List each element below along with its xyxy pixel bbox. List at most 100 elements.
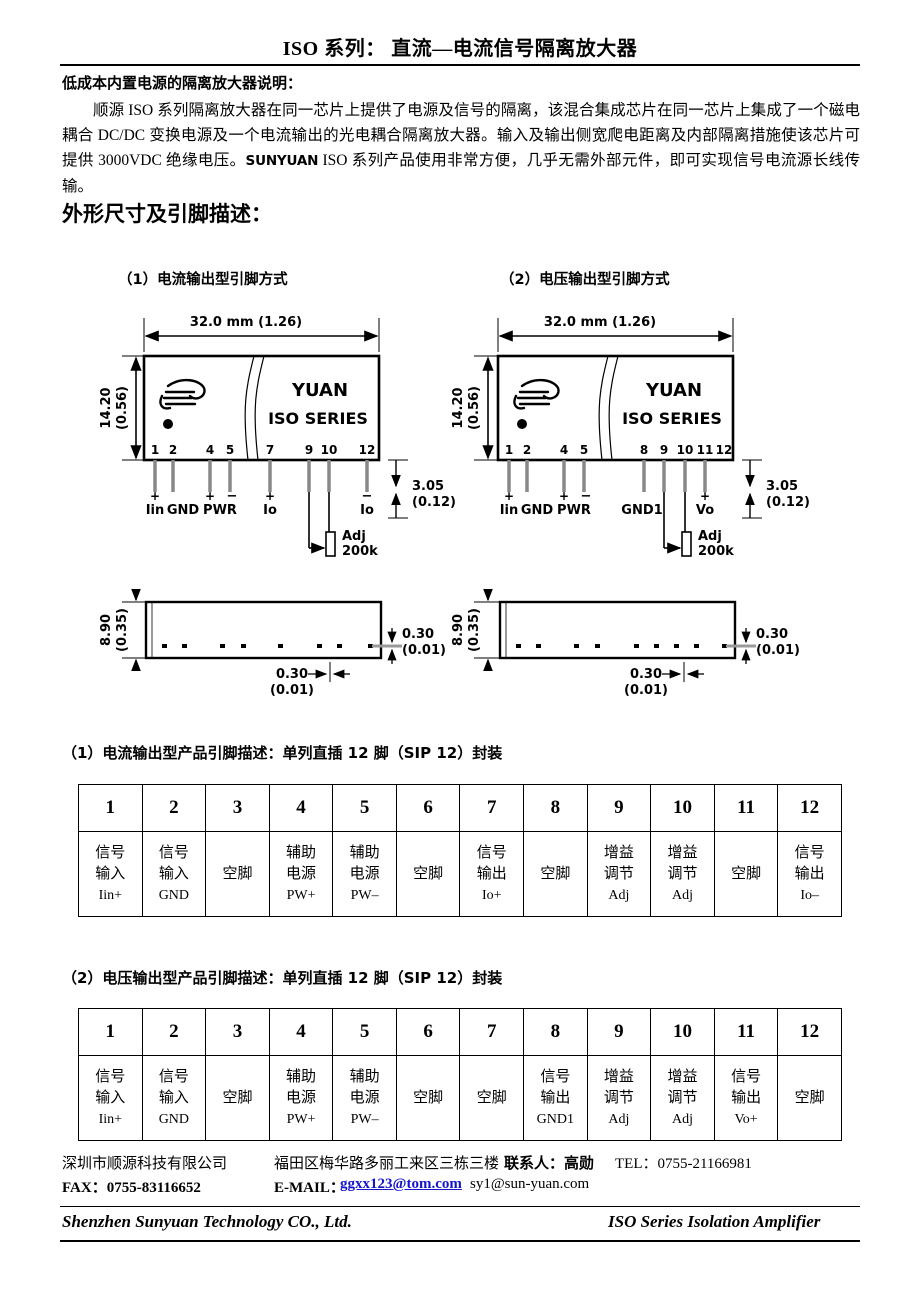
pin-description-cell: 信号 输出 Vo+ [713,1055,779,1141]
pin1-dot-marker [517,419,527,429]
pin-signal-label: Iin [146,503,165,518]
pin-signal-label: Io [263,503,277,518]
pin-description-cell: 信号 输出 GND1 [523,1055,588,1141]
package-drawing-current-output: 32.0 mm (1.26) 14.20 (0.56) YUAN ISO SER… [96,310,496,710]
pin-number: 5 [580,443,588,457]
pin-signal-label: PWR [557,503,591,518]
pin-description-line: 调节 [667,865,698,882]
pin-number-header: 2 [141,784,207,832]
email-link[interactable]: ggxx123@tom.com [340,1176,462,1193]
pin-description-table-voltage-output: 1 2 3 4 5 6 7 8 9 10 11 12 信号 输入 Iin+ 信号 输入 GND 空脚 辅助 电源 PW+… [78,1008,842,1141]
pin-number: 8 [640,443,648,457]
pin-description-line: GND1 [536,1111,574,1127]
pin-description-line: 电源 [286,1089,317,1106]
adjust-label: Adj [698,529,722,544]
pin-number-header: 10 [650,1008,715,1056]
pin-description-cell: 信号 输入 GND [141,1055,207,1141]
pin-description-line: Adj [608,1111,630,1127]
pin-description-cell: 辅助 电源 PW+ [268,1055,334,1141]
pin-description-line: Iin+ [98,887,123,903]
lead-width-mm-label: 0.30 [630,667,662,682]
lead-thickness-mm-label: 0.30 [756,627,788,642]
pin-description-line: 增益 [603,1068,634,1085]
pin-description-line: 空脚 [413,1089,444,1106]
pin-description-line: 信号 [731,1068,762,1085]
table-header-row: 1 2 3 4 5 6 7 8 9 10 11 12 [78,784,842,832]
pin-description-line: 辅助 [286,844,317,861]
pin-signal-label: GND1 [621,503,662,518]
pin-number-header: 3 [205,1008,270,1056]
pin-description-line: PW– [350,1111,379,1127]
pin-number-header: 4 [268,784,334,832]
package-brand-text: YUAN [645,380,702,401]
pin-signal-label: Iin [500,503,519,518]
intro-heading: 低成本内置电源的隔离放大器说明： [62,74,303,92]
company-name: 深圳市顺源科技有限公司 [62,1156,228,1172]
intro-paragraph: 顺源 ISO 系列隔离放大器在同一芯片上提供了电源及信号的隔离，该混合集成芯片在… [62,98,860,199]
pin-signal-label: Io [360,503,374,518]
pin-number: 9 [305,443,313,457]
pin-number: 7 [266,443,274,457]
pin-number: 1 [505,443,513,457]
package-series-text: ISO SERIES [622,409,722,428]
pin-description-cell: 增益 调节 Adj [586,831,652,917]
pin-description-line: 输入 [158,865,189,882]
polarity-plus-icon: + [559,489,569,503]
pin-description-cell: 空脚 [713,831,779,917]
package-brand-text: YUAN [291,380,348,401]
pin-description-cell: 信号 输出 Io+ [459,831,525,917]
email-alternate: sy1@sun-yuan.com [470,1176,590,1192]
table-caption-voltage-output: （2）电压输出型产品引脚描述：单列直插 12 脚（SIP 12）封装 [62,969,503,987]
pin-description-line: GND [158,1111,190,1127]
section-heading: 外形尺寸及引脚描述： [62,202,272,226]
pin-description-line: 辅助 [349,844,380,861]
pin-number-header: 2 [141,1008,207,1056]
lead-thickness-mm-label: 0.30 [402,627,434,642]
pin-number: 12 [716,443,733,457]
diagram-caption-current: （1）电流输出型引脚方式 [118,272,288,288]
pin-number-header: 12 [777,1008,842,1056]
bottom-height-mm-label: 8.90 [451,614,466,646]
pin-description-line: 增益 [603,844,634,861]
pin-number: 4 [560,443,568,457]
pin-description-line: 空脚 [413,865,444,882]
pin-height-mm-label: 3.05 [766,479,798,494]
pin-number-header: 8 [523,1008,588,1056]
pin-description-line: 空脚 [222,1089,253,1106]
pin-description-cell: 空脚 [395,831,461,917]
pin-description-cell: 增益 调节 Adj [586,1055,652,1141]
email-label: E-MAIL： [274,1180,345,1196]
pin-description-cell: 信号 输出 Io– [777,831,842,917]
adjust-label: Adj [342,529,366,544]
pin-number: 12 [359,443,376,457]
pin-description-line: 增益 [667,1068,698,1085]
pin-number-header: 7 [459,1008,525,1056]
table-caption-current-output: （1）电流输出型产品引脚描述：单列直插 12 脚（SIP 12）封装 [62,744,503,762]
pin-description-table-current-output: 1 2 3 4 5 6 7 8 9 10 11 12 信号 输入 Iin+ 信号 输入 GND 空脚 辅助 电源 PW+… [78,784,842,917]
pin-description-line: 空脚 [476,1089,507,1106]
pin-signal-label: Vo [696,503,714,518]
polarity-plus-icon: + [504,489,514,503]
footer-divider-bottom [60,1240,860,1242]
pin-signal-label: PWR [203,503,237,518]
pin-number-header: 7 [459,784,525,832]
bottom-height-in-label: (0.35) [115,608,130,652]
pin-description-line: 信号 [476,844,507,861]
pin-description-line: 电源 [286,865,317,882]
height-dimension-mm-label: 14.20 [99,387,114,428]
pin-description-line: 输出 [540,1089,571,1106]
table-header-row: 1 2 3 4 5 6 7 8 9 10 11 12 [78,1008,842,1056]
pin-description-line: Io– [800,887,820,903]
pin-description-cell: 辅助电源 PW+ [268,831,334,917]
pin-number-header: 1 [78,784,143,832]
adjust-value-label: 200k [698,544,734,559]
pin-description-line: PW+ [286,887,316,903]
pin-description-cell: 信号 输入 Iin+ [78,1055,143,1141]
package-drawing-voltage-output: 32.0 mm (1.26) 14.20 (0.56) YUAN ISO SER… [448,310,848,710]
datasheet-page: ISO 系列： 直流—电流信号隔离放大器 低成本内置电源的隔离放大器说明： 顺源… [0,0,920,1302]
pin-number-header: 1 [78,1008,143,1056]
pin-description-cell: 空脚 [459,1055,525,1141]
pin-number-header: 5 [332,784,397,832]
adjust-potentiometer-symbol [681,531,692,557]
pin-number: 1 [151,443,159,457]
